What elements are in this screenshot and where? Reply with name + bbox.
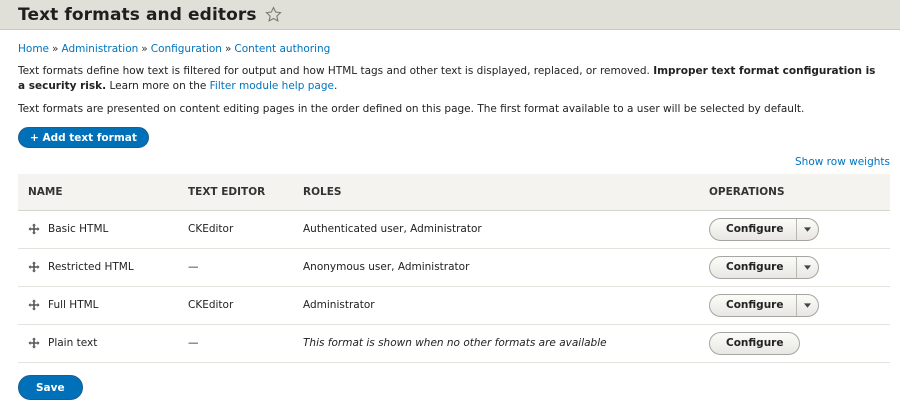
- format-name: Plain text: [48, 337, 98, 349]
- roles-cell: This format is shown when no other forma…: [303, 337, 607, 349]
- main-content: Home» Administration» Configuration» Conten…: [0, 43, 900, 400]
- column-header-name: Name: [28, 185, 63, 198]
- format-name: Restricted HTML: [48, 261, 134, 273]
- operations-dropbutton: Configure: [709, 293, 820, 317]
- operations-cell: Configure: [699, 286, 890, 324]
- format-name-cell: Plain text: [18, 324, 178, 362]
- caret-down-icon[interactable]: [796, 256, 818, 278]
- row-weights-toggle-container: Show row weights: [18, 156, 890, 168]
- roles-cell: Anonymous user, Administrator: [303, 261, 470, 273]
- column-header-roles: Roles: [303, 185, 342, 198]
- breadcrumb-configuration[interactable]: Configuration: [151, 43, 222, 55]
- drag-handle-icon[interactable]: [28, 337, 40, 349]
- column-header-operations: Operations: [709, 185, 785, 198]
- operations-cell: Configure: [699, 248, 890, 286]
- breadcrumb-separator: »: [52, 43, 59, 55]
- filter-help-link[interactable]: Filter module help page: [210, 80, 334, 92]
- roles-cell: Administrator: [303, 299, 375, 311]
- show-row-weights-link[interactable]: Show row weights: [795, 156, 890, 168]
- text-formats-table: Name Text editor Roles Operations Basic …: [18, 174, 890, 363]
- add-text-format-button[interactable]: + Add text format: [18, 127, 149, 148]
- description-text: Learn more on the: [106, 80, 210, 92]
- description-text: .: [333, 80, 338, 92]
- text-editor-cell: CKEditor: [188, 223, 234, 235]
- text-editor-cell: —: [188, 261, 199, 273]
- table-row: Full HTML CKEditor Administrator Configu…: [18, 286, 890, 324]
- text-editor-cell: CKEditor: [188, 299, 234, 311]
- format-name-cell: Basic HTML: [18, 210, 178, 248]
- column-header-text-editor: Text editor: [188, 185, 266, 198]
- format-name: Full HTML: [48, 299, 99, 311]
- page-description: Text formats define how text is filtered…: [18, 64, 882, 94]
- description-text: Text formats define how text is filtered…: [18, 65, 654, 77]
- table-row: Basic HTML CKEditor Authenticated user, …: [18, 210, 890, 248]
- configure-button[interactable]: Configure: [710, 257, 796, 278]
- text-editor-cell: —: [188, 337, 199, 349]
- format-name-cell: Full HTML: [18, 286, 178, 324]
- table-header-row: Name Text editor Roles Operations: [18, 174, 890, 210]
- drag-handle-icon[interactable]: [28, 261, 40, 273]
- table-row: Restricted HTML — Anonymous user, Admini…: [18, 248, 890, 286]
- breadcrumb-separator: »: [224, 43, 232, 55]
- operations-cell: Configure: [699, 210, 890, 248]
- breadcrumb-content-authoring[interactable]: Content authoring: [234, 43, 330, 55]
- breadcrumb: Home» Administration» Configuration» Conten…: [18, 43, 882, 55]
- order-description: Text formats are presented on content ed…: [18, 103, 805, 115]
- format-name-cell: Restricted HTML: [18, 248, 178, 286]
- page-title: Text formats and editors: [18, 4, 257, 25]
- caret-down-icon[interactable]: [796, 218, 818, 240]
- breadcrumb-separator: »: [141, 43, 148, 55]
- star-outline-icon[interactable]: [264, 6, 282, 23]
- drag-handle-icon[interactable]: [28, 223, 40, 235]
- save-button[interactable]: Save: [18, 374, 83, 400]
- configure-button[interactable]: Configure: [710, 295, 796, 316]
- operations-cell: Configure: [699, 324, 890, 362]
- format-name: Basic HTML: [48, 223, 109, 235]
- roles-cell: Authenticated user, Administrator: [303, 223, 482, 235]
- breadcrumb-home[interactable]: Home: [18, 43, 49, 55]
- caret-down-icon[interactable]: [796, 294, 818, 316]
- configure-button[interactable]: Configure: [710, 219, 796, 240]
- operations-dropbutton: Configure: [709, 217, 820, 241]
- breadcrumb-administration[interactable]: Administration: [61, 43, 138, 55]
- page-header: Text formats and editors: [0, 0, 900, 30]
- operations-dropbutton: Configure: [709, 255, 820, 279]
- table-row: Plain text — This format is shown when n…: [18, 324, 890, 362]
- drag-handle-icon[interactable]: [28, 299, 40, 311]
- configure-button[interactable]: Configure: [709, 331, 801, 355]
